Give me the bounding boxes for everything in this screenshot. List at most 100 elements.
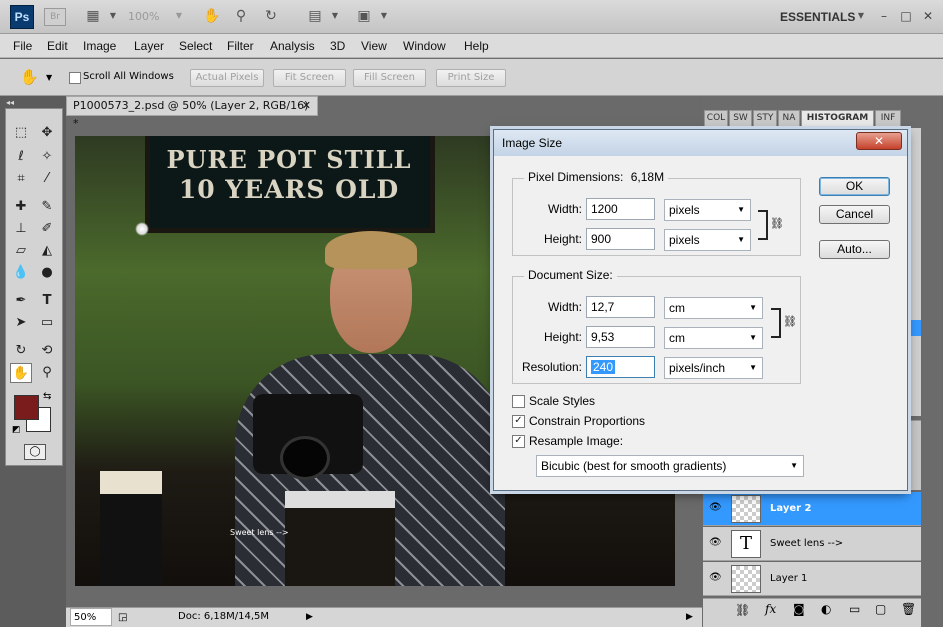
menu-analysis[interactable]: Analysis xyxy=(270,39,315,53)
close-app-button[interactable]: ✕ xyxy=(920,8,936,24)
tab-histogram[interactable]: HISTOGRAM xyxy=(801,110,874,127)
brush-tool-icon[interactable]: ✎ xyxy=(36,197,58,217)
eye-icon[interactable]: 👁 xyxy=(709,537,722,548)
layer-row[interactable]: 👁 Layer 2 xyxy=(703,492,921,526)
menu-filter[interactable]: Filter xyxy=(227,39,254,53)
resolution-input[interactable]: 240 xyxy=(586,356,655,378)
layer-mask-icon[interactable]: ◙ xyxy=(793,602,805,616)
healing-brush-icon[interactable]: ✚ xyxy=(10,197,32,217)
status-zoom-field[interactable]: 50% xyxy=(70,608,112,626)
chevron-down-icon[interactable]: ▼ xyxy=(326,8,344,24)
rotate-view-icon[interactable]: ↻ xyxy=(262,8,280,24)
menu-file[interactable]: File xyxy=(13,39,32,53)
actual-pixels-button[interactable]: Actual Pixels xyxy=(190,69,264,87)
quick-mask-icon[interactable]: ◯ xyxy=(24,444,46,460)
status-info-icon[interactable]: ◲ xyxy=(118,609,127,627)
menu-window[interactable]: Window xyxy=(403,39,446,53)
link-layers-icon[interactable]: ⛓ xyxy=(735,603,750,617)
dodge-tool-icon[interactable]: ● xyxy=(36,263,58,283)
auto-button[interactable]: Auto... xyxy=(819,240,890,259)
menu-edit[interactable]: Edit xyxy=(47,39,68,53)
fill-screen-button[interactable]: Fill Screen xyxy=(353,69,426,87)
menu-help[interactable]: Help xyxy=(464,39,489,53)
ok-button[interactable]: OK xyxy=(819,177,890,196)
doc-width-unit-select[interactable]: cm ▼ xyxy=(664,297,763,319)
menu-layer[interactable]: Layer xyxy=(134,39,164,53)
doc-height-unit-select[interactable]: cm ▼ xyxy=(664,327,763,349)
pixel-height-unit-select[interactable]: pixels ▼ xyxy=(664,229,751,251)
pixel-width-input[interactable]: 1200 xyxy=(586,198,655,220)
tab-swatches[interactable]: SW xyxy=(729,110,752,127)
menu-image[interactable]: Image xyxy=(83,39,116,53)
status-menu-arrow-icon[interactable]: ▶ xyxy=(306,608,313,626)
menu-view[interactable]: View xyxy=(361,39,387,53)
default-colors-icon[interactable]: ◩ xyxy=(12,425,21,435)
eye-icon[interactable]: 👁 xyxy=(709,572,722,583)
tab-info[interactable]: INF xyxy=(875,110,901,127)
shape-tool-icon[interactable]: ▭ xyxy=(36,313,58,333)
screen-mode-icon[interactable]: ▣ xyxy=(355,8,373,24)
maximize-button[interactable]: □ xyxy=(898,8,914,24)
eyedropper-icon[interactable]: ⁄ xyxy=(36,169,58,189)
chevron-down-icon[interactable]: ▼ xyxy=(375,8,393,24)
collapse-icon[interactable]: ◂◂ xyxy=(6,98,14,107)
chevron-down-icon[interactable]: ▼ xyxy=(170,8,188,24)
3d-orbit-icon[interactable]: ⟲ xyxy=(36,341,58,361)
new-layer-icon[interactable]: ▢ xyxy=(875,602,886,616)
blur-tool-icon[interactable]: 💧 xyxy=(10,263,32,283)
tab-navigator[interactable]: NA xyxy=(778,110,800,127)
layer-style-icon[interactable]: fx xyxy=(765,602,776,616)
crop-tool-icon[interactable]: ⌗ xyxy=(10,169,32,189)
constrain-proportions-checkbox[interactable]: ✓ xyxy=(512,415,525,428)
resolution-unit-select[interactable]: pixels/inch ▼ xyxy=(664,357,763,379)
trash-icon[interactable]: 🗑 xyxy=(901,602,916,616)
dialog-close-button[interactable]: ✕ xyxy=(856,132,902,150)
scroll-right-icon[interactable]: ▶ xyxy=(686,608,693,626)
move-tool-icon[interactable]: ✥ xyxy=(36,123,58,143)
magic-wand-icon[interactable]: ✧ xyxy=(36,147,58,167)
path-selection-icon[interactable]: ➤ xyxy=(10,313,32,333)
pixel-width-unit-select[interactable]: pixels ▼ xyxy=(664,199,751,221)
hand-tool-preset-icon[interactable]: ✋ xyxy=(20,68,39,86)
history-brush-icon[interactable]: ✐ xyxy=(36,219,58,239)
layer-row[interactable]: 👁 T Sweet lens --> xyxy=(703,527,921,561)
tab-color[interactable]: COL xyxy=(704,110,728,127)
minimize-button[interactable]: – xyxy=(876,8,892,24)
workspace-chevron-icon[interactable]: ▼ xyxy=(852,8,870,24)
tab-styles[interactable]: STY xyxy=(753,110,777,127)
swap-colors-icon[interactable]: ⇆ xyxy=(43,391,51,402)
workspace-switcher[interactable]: ESSENTIALS xyxy=(780,10,855,24)
view-extras-icon[interactable]: ▦ xyxy=(84,8,102,24)
chevron-down-icon[interactable]: ▼ xyxy=(46,73,52,82)
fit-screen-button[interactable]: Fit Screen xyxy=(273,69,346,87)
paint-bucket-icon[interactable]: ◭ xyxy=(36,241,58,261)
hand-tool-icon[interactable]: ✋ xyxy=(10,363,32,383)
lasso-tool-icon[interactable]: ℓ xyxy=(10,147,32,167)
layer-row[interactable]: 👁 Layer 1 xyxy=(703,562,921,596)
3d-rotate-icon[interactable]: ↻ xyxy=(10,341,32,361)
menu-select[interactable]: Select xyxy=(179,39,212,53)
arrange-documents-icon[interactable]: ▤ xyxy=(306,8,324,24)
cancel-button[interactable]: Cancel xyxy=(819,205,890,224)
pen-tool-icon[interactable]: ✒ xyxy=(10,291,32,311)
resample-image-checkbox[interactable]: ✓ xyxy=(512,435,525,448)
scroll-all-windows-checkbox[interactable] xyxy=(69,72,81,84)
resample-method-select[interactable]: Bicubic (best for smooth gradients) ▼ xyxy=(536,455,804,477)
adjustment-layer-icon[interactable]: ◐ xyxy=(821,602,831,616)
foreground-color-swatch[interactable] xyxy=(14,395,39,420)
eraser-tool-icon[interactable]: ▱ xyxy=(10,241,32,261)
hand-icon[interactable]: ✋ xyxy=(203,8,221,24)
close-tab-icon[interactable]: ✕ xyxy=(302,97,311,115)
doc-height-input[interactable]: 9,53 xyxy=(586,326,655,348)
eye-icon[interactable]: 👁 xyxy=(709,502,722,513)
menu-3d[interactable]: 3D xyxy=(330,39,345,53)
pixel-height-input[interactable]: 900 xyxy=(586,228,655,250)
doc-width-input[interactable]: 12,7 xyxy=(586,296,655,318)
scale-styles-checkbox[interactable] xyxy=(512,395,525,408)
clone-stamp-icon[interactable]: ⊥ xyxy=(10,219,32,239)
type-tool-icon[interactable]: T xyxy=(36,291,58,311)
zoom-tool-icon[interactable]: ⚲ xyxy=(36,363,58,383)
print-size-button[interactable]: Print Size xyxy=(436,69,506,87)
document-tab[interactable]: P1000573_2.psd @ 50% (Layer 2, RGB/16) *… xyxy=(66,96,318,130)
marquee-tool-icon[interactable]: ⬚ xyxy=(10,123,32,143)
